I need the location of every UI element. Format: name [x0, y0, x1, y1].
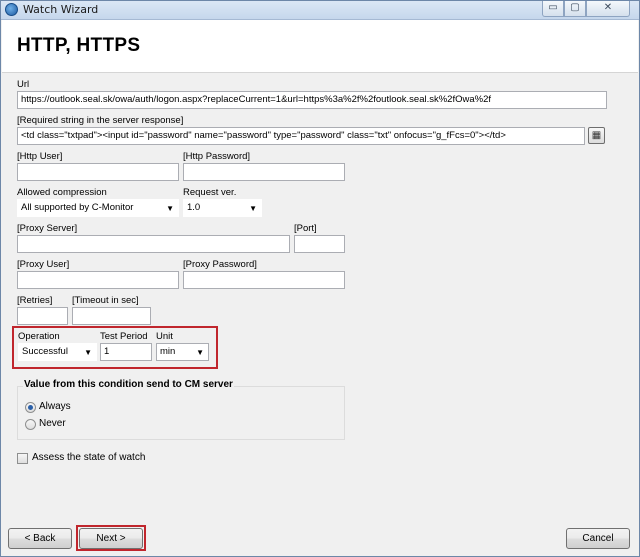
proxy-server-input[interactable]	[17, 235, 290, 253]
proxy-server-label: [Proxy Server]	[17, 223, 78, 234]
unit-label: Unit	[156, 331, 173, 342]
close-icon: ✕	[603, 2, 613, 13]
url-input[interactable]: https://outlook.seal.sk/owa/auth/logon.a…	[17, 91, 607, 109]
app-icon	[5, 3, 18, 16]
port-input[interactable]	[294, 235, 345, 253]
watch-wizard-window: Watch Wizard ▭ ▢ ✕ HTTP, HTTPS Url https…	[0, 0, 640, 557]
proxy-user-input[interactable]	[17, 271, 179, 289]
dropdown-arrow-icon: ▼	[84, 348, 92, 357]
radio-never-label[interactable]: Never	[39, 418, 66, 429]
test-period-input[interactable]: 1	[100, 343, 152, 361]
unit-select[interactable]: min ▼	[156, 343, 209, 361]
compression-select[interactable]: All supported by C-Monitor ▼	[17, 199, 179, 217]
maximize-button[interactable]: ▢	[564, 1, 586, 17]
required-string-input[interactable]: <td class="txtpad"><input id="password" …	[17, 127, 585, 145]
minimize-button[interactable]: ▭	[542, 1, 564, 17]
value-send-group-title: Value from this condition send to CM ser…	[23, 379, 234, 390]
dropdown-arrow-icon: ▼	[166, 204, 174, 213]
window-title: Watch Wizard	[23, 3, 99, 16]
request-ver-select[interactable]: 1.0 ▼	[183, 199, 262, 217]
unit-value: min	[160, 346, 176, 357]
back-button[interactable]: < Back	[8, 528, 72, 549]
dropdown-arrow-icon: ▼	[249, 204, 257, 213]
retries-label: [Retries]	[17, 295, 53, 306]
operation-select[interactable]: Successful ▼	[18, 343, 97, 361]
proxy-user-label: [Proxy User]	[17, 259, 70, 270]
test-period-label: Test Period	[100, 331, 148, 342]
maximize-icon: ▢	[570, 2, 580, 13]
proxy-password-label: [Proxy Password]	[183, 259, 257, 270]
operation-label: Operation	[18, 331, 60, 342]
string-picker-button[interactable]: ▦	[588, 127, 605, 144]
request-ver-label: Request ver.	[183, 187, 237, 198]
title-bar[interactable]: Watch Wizard ▭ ▢ ✕	[1, 1, 639, 20]
port-label: [Port]	[294, 223, 317, 234]
next-button[interactable]: Next >	[79, 528, 143, 549]
page-title: HTTP, HTTPS	[17, 35, 141, 56]
http-password-input[interactable]	[183, 163, 345, 181]
http-user-input[interactable]	[17, 163, 179, 181]
url-label: Url	[17, 79, 30, 90]
radio-always-label[interactable]: Always	[39, 401, 71, 412]
compression-value: All supported by C-Monitor	[21, 202, 134, 213]
http-password-label: [Http Password]	[183, 151, 251, 162]
timeout-label: [Timeout in sec]	[72, 295, 139, 306]
timeout-input[interactable]	[72, 307, 151, 325]
dropdown-arrow-icon: ▼	[196, 348, 204, 357]
radio-never[interactable]	[25, 419, 36, 430]
assess-state-checkbox[interactable]	[17, 453, 28, 464]
proxy-password-input[interactable]	[183, 271, 345, 289]
page-header: HTTP, HTTPS	[2, 20, 638, 73]
required-string-label: [Required string in the server response]	[17, 115, 184, 126]
value-send-group	[17, 386, 345, 440]
retries-input[interactable]	[17, 307, 68, 325]
http-user-label: [Http User]	[17, 151, 63, 162]
minimize-icon: ▭	[548, 2, 558, 13]
assess-state-label[interactable]: Assess the state of watch	[32, 452, 145, 463]
close-button[interactable]: ✕	[586, 1, 630, 17]
operation-value: Successful	[22, 346, 68, 357]
radio-always[interactable]	[25, 402, 36, 413]
cancel-button[interactable]: Cancel	[566, 528, 630, 549]
compression-label: Allowed compression	[17, 187, 107, 198]
grid-icon: ▦	[591, 130, 602, 141]
request-ver-value: 1.0	[187, 202, 201, 213]
